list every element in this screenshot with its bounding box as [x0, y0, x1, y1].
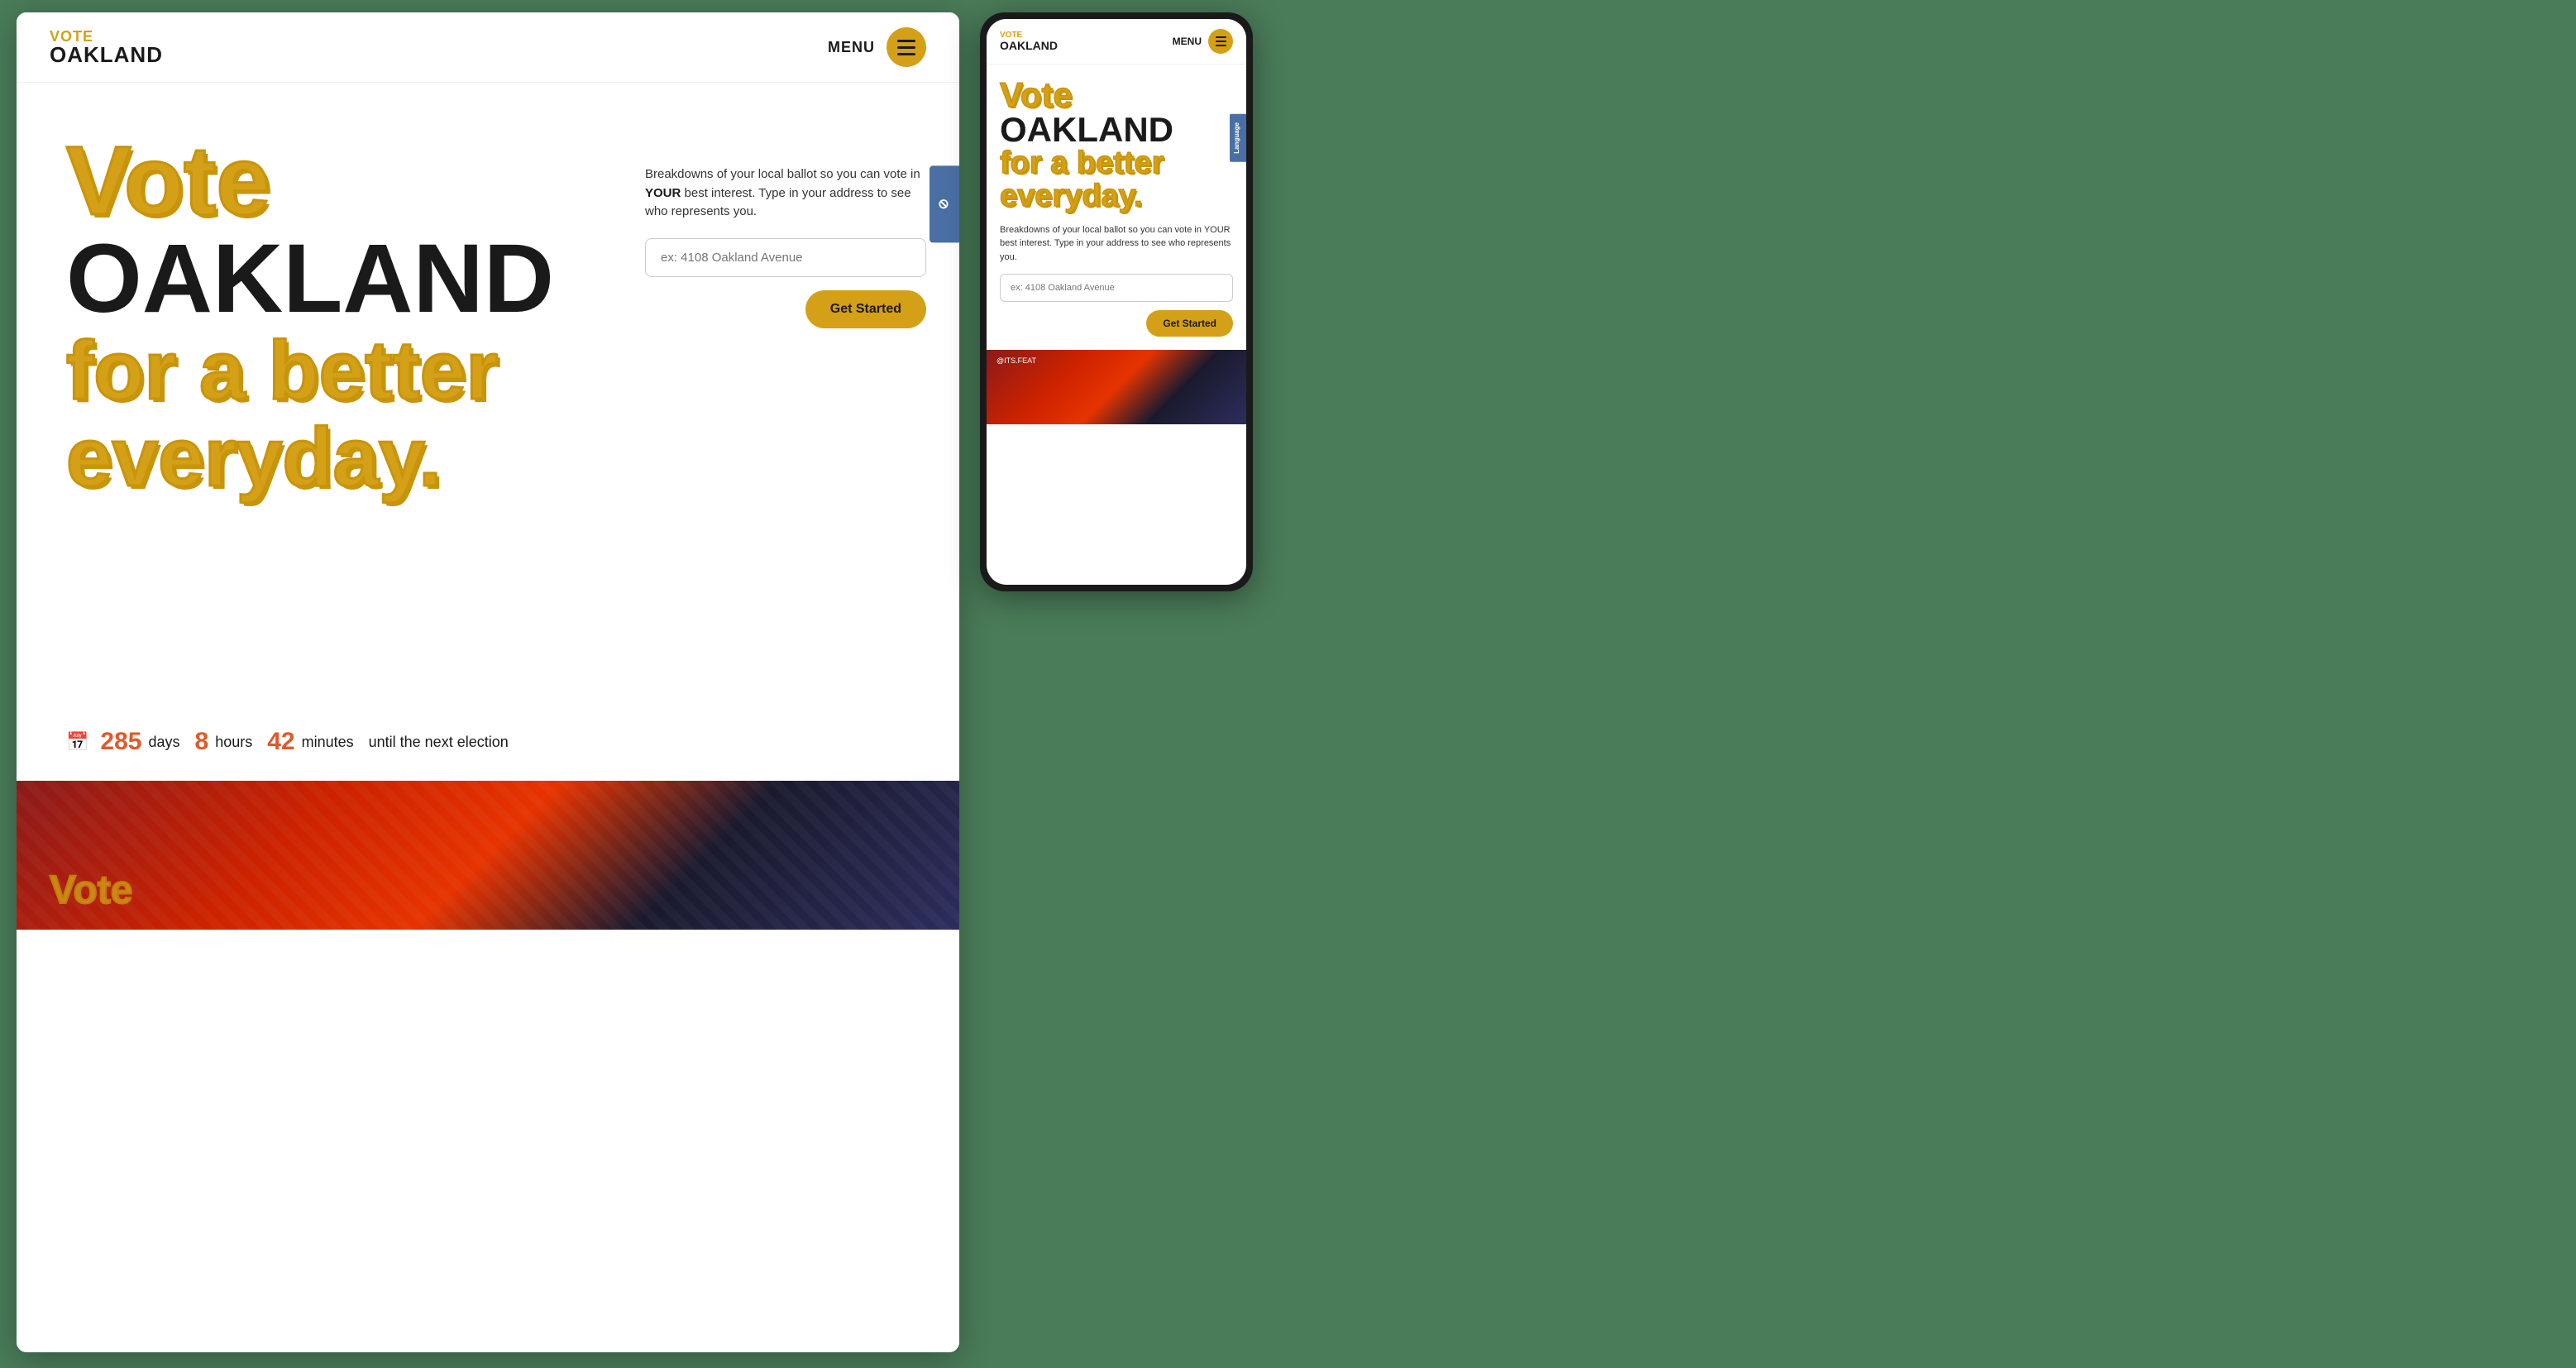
countdown-bar: 📅 285 days 8 hours 42 minutes until the …	[17, 703, 959, 781]
address-input[interactable]	[645, 238, 926, 277]
hero-line-vote: Vote	[66, 132, 620, 230]
mobile-hero-line-oakland: OAKLAND	[1000, 110, 1173, 149]
hamburger-button[interactable]	[887, 27, 926, 67]
countdown-days-number: 285	[100, 728, 141, 756]
mobile-header: VOTE OAKLAND MENU	[987, 19, 1246, 65]
mobile-hamburger-line-3	[1216, 45, 1226, 46]
mobile-hero-line-sub1: for a better	[1000, 146, 1164, 180]
mobile-language-label: Language	[1233, 122, 1240, 154]
hamburger-line-2	[897, 46, 915, 49]
mobile-hamburger-button[interactable]	[1208, 29, 1233, 54]
hero-desc-bold: YOUR	[645, 186, 681, 200]
menu-label: MENU	[828, 39, 875, 56]
mobile-menu-label: MENU	[1173, 36, 1202, 47]
hero-text: Vote OAKLAND for a better everyday.	[66, 132, 645, 670]
mobile-hero-line-sub2: everyday.	[1000, 179, 1143, 213]
bottom-graffiti-overlay	[17, 781, 959, 930]
get-started-button[interactable]: Get Started	[805, 290, 926, 328]
mobile-language-tab[interactable]: Language	[1230, 114, 1246, 162]
bottom-image-strip: Vote	[17, 781, 959, 930]
hero-line-for-a-better: for a better	[66, 328, 620, 414]
mobile-get-started-button[interactable]: Get Started	[1146, 310, 1233, 337]
mobile-browser-window: VOTE OAKLAND MENU Language Vote OAKLAND …	[980, 12, 1253, 591]
globe-icon: ⊘	[936, 199, 952, 209]
mobile-hero-line-vote: Vote	[1000, 75, 1073, 114]
logo[interactable]: VOTE OAKLAND	[50, 29, 163, 65]
mobile-address-input[interactable]	[1000, 274, 1233, 302]
hamburger-line-3	[897, 53, 915, 55]
desktop-header: VOTE OAKLAND MENU	[17, 12, 959, 83]
hamburger-line-1	[897, 40, 915, 42]
hero-sidebar: Breakdowns of your local ballot so you c…	[645, 132, 926, 670]
countdown-until: until the next election	[369, 734, 509, 751]
mobile-bottom-image: @ITS.FEAT	[987, 350, 1246, 424]
hero-description: Breakdowns of your local ballot so you c…	[645, 165, 926, 222]
countdown-days-label: days	[148, 734, 179, 751]
mobile-hamburger-line-2	[1216, 41, 1226, 42]
language-tab[interactable]: ⊘ Language	[930, 165, 959, 242]
bottom-image-vote-text: Vote	[50, 868, 132, 913]
countdown-minutes-number: 42	[267, 728, 294, 756]
mobile-social-tag: @ITS.FEAT	[996, 356, 1036, 365]
mobile-nav-right: MENU	[1173, 29, 1233, 54]
hero-line-oakland: OAKLAND	[66, 230, 620, 328]
countdown-minutes-label: minutes	[302, 734, 354, 751]
logo-oakland: OAKLAND	[50, 44, 163, 65]
countdown-hours-label: hours	[215, 734, 252, 751]
mobile-hamburger-line-1	[1216, 36, 1226, 38]
language-label: Language	[957, 179, 959, 229]
nav-right: MENU	[828, 27, 926, 67]
mobile-hero-description: Breakdowns of your local ballot so you c…	[1000, 223, 1233, 265]
mobile-content: Language Vote OAKLAND for a better every…	[987, 65, 1246, 350]
mobile-screen: VOTE OAKLAND MENU Language Vote OAKLAND …	[987, 19, 1246, 585]
mobile-logo[interactable]: VOTE OAKLAND	[1000, 31, 1058, 51]
hero-line-everyday: everyday.	[66, 414, 620, 501]
desktop-main: ⊘ Language Vote OAKLAND for a better eve…	[17, 83, 959, 703]
countdown-hours-number: 8	[195, 728, 209, 756]
desktop-browser-window: VOTE OAKLAND MENU ⊘ Language Vote OAKLAN…	[17, 12, 959, 1352]
mobile-logo-oakland: OAKLAND	[1000, 40, 1058, 51]
calendar-icon: 📅	[66, 731, 88, 753]
